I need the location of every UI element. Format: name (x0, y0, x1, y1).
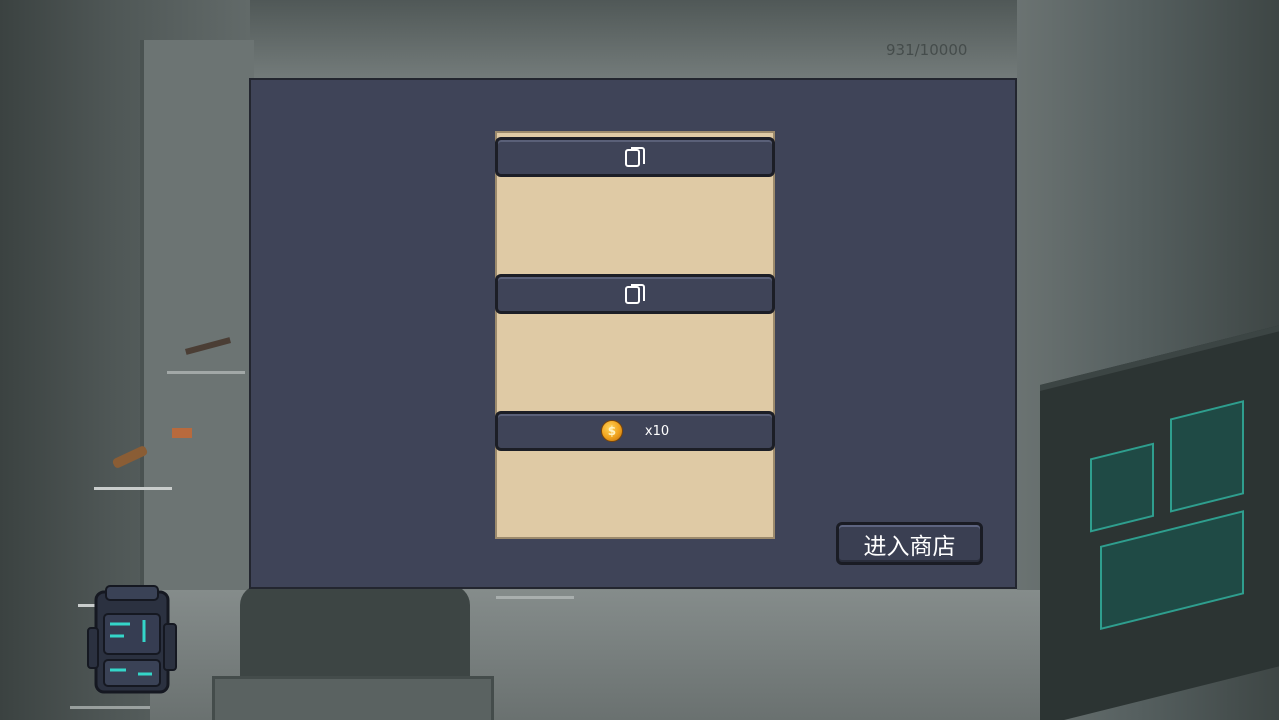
control-console (1040, 325, 1279, 720)
ceiling (250, 0, 1017, 78)
reward-slot-1[interactable] (495, 137, 775, 177)
floor-marking (70, 706, 150, 709)
crate (212, 676, 494, 720)
enter-shop-button[interactable]: 进入商店 (836, 522, 983, 565)
reward-slot-coins[interactable]: $ x10 (495, 411, 775, 451)
reward-list: $ x10 (495, 131, 775, 539)
reward-slot-2[interactable] (495, 274, 775, 314)
floor-marking (496, 596, 574, 599)
left-door-frame (140, 40, 254, 600)
orange-sign (172, 428, 192, 438)
card-icon (625, 284, 645, 304)
shelf-line (94, 487, 172, 490)
resource-counter: 931/10000 (886, 41, 968, 59)
reward-panel: $ x10 进入商店 (249, 78, 1017, 589)
floor-marking (167, 371, 245, 374)
card-icon (625, 147, 645, 167)
coin-quantity: x10 (644, 423, 670, 439)
coin-icon: $ (600, 420, 623, 442)
backpack-icon[interactable] (86, 584, 180, 698)
